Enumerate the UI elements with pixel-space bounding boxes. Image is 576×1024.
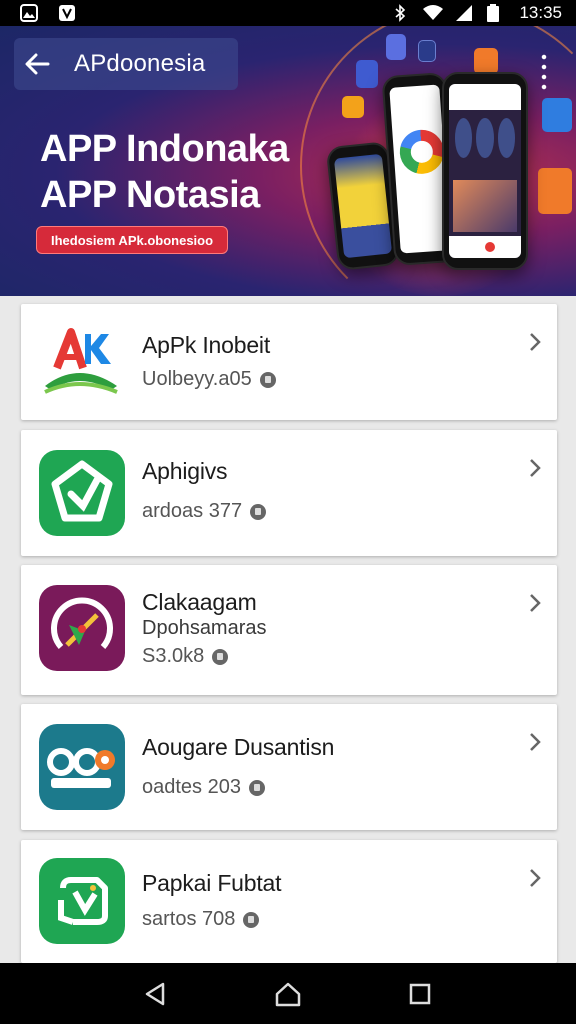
list-item[interactable]: ApPk Inobeit Uolbeyy.a05 [21,304,557,420]
lock-icon [243,911,260,928]
app-name: Papkai Fubtat [142,870,282,896]
app-name: Aphigivs [142,458,228,484]
header-banner: APdoonesia APP Indonaka APP Notasia Ihed… [0,26,576,296]
lock-icon [250,503,267,520]
lock-icon [259,371,276,388]
teal-owl-icon [39,724,125,810]
list-item[interactable]: Clakaagam Dpohsamaras S3.0k8 [21,565,557,695]
status-bar: 13:35 [0,0,576,26]
dots-decoration [540,52,548,92]
chevron-right-icon [530,733,541,751]
app-size: sartos 708 [142,908,236,930]
gallery-icon [20,4,38,22]
back-nav-icon[interactable] [136,974,176,1014]
floating-app-icon [474,48,498,74]
lock-icon [212,648,229,665]
phone-mockup [442,72,528,270]
wifi-icon [423,4,444,22]
signal-icon [455,4,473,22]
app-size: oadtes 203 [142,776,241,798]
apk-logo-icon [39,320,125,406]
hero-line-2: APP Notasia [40,174,260,216]
floating-app-icon [418,40,436,62]
page-title: APdoonesia [74,50,206,77]
status-time: 13:35 [519,3,562,22]
floating-app-icon [356,60,378,88]
chevron-right-icon [530,869,541,887]
floating-app-icon [542,98,572,132]
app-developer: Dpohsamaras [142,617,267,639]
back-arrow-icon[interactable] [14,38,60,90]
chevron-right-icon [530,594,541,612]
battery-icon [487,4,505,22]
google-logo-icon [398,128,446,176]
hero-badge: Ihedosiem APk.obonesioo [36,226,229,254]
chevron-right-icon [530,459,541,477]
lock-icon [248,779,265,796]
floating-app-icon [342,96,364,118]
app-size: Uolbeyy.a05 [142,368,252,390]
app-meta: Uolbeyy.a05 [142,368,276,391]
app-meta: sartos 708 [142,908,260,931]
list-item[interactable]: Aphigivs ardoas 377 [21,430,557,556]
app-meta: ardoas 377 [142,500,267,523]
app-name: Clakaagam [142,589,257,615]
green-refresh-icon [39,858,125,944]
bluetooth-icon [391,4,409,22]
app-meta: S3.0k8 [142,645,229,668]
chevron-right-icon [530,333,541,351]
purple-compass-icon [39,585,125,671]
green-shield-icon [39,450,125,536]
app-name: ApPk Inobeit [142,332,271,358]
app-size: ardoas 377 [142,500,243,522]
list-item[interactable]: Papkai Fubtat sartos 708 [21,840,557,963]
hero-heading: APP Indonaka APP Notasia [40,126,289,218]
home-nav-icon[interactable] [268,974,308,1014]
app-name: Aougare Dusantisn [142,734,335,760]
hero-line-1: APP Indonaka [40,128,289,170]
floating-app-icon [538,168,572,214]
app-size: S3.0k8 [142,645,205,667]
app-notification-icon [58,4,76,22]
recents-nav-icon[interactable] [400,974,440,1014]
title-bar: APdoonesia [14,38,238,90]
floating-app-icon [386,34,406,60]
list-item[interactable]: Aougare Dusantisn oadtes 203 [21,704,557,830]
app-meta: oadtes 203 [142,776,265,799]
system-nav-bar [0,963,576,1024]
